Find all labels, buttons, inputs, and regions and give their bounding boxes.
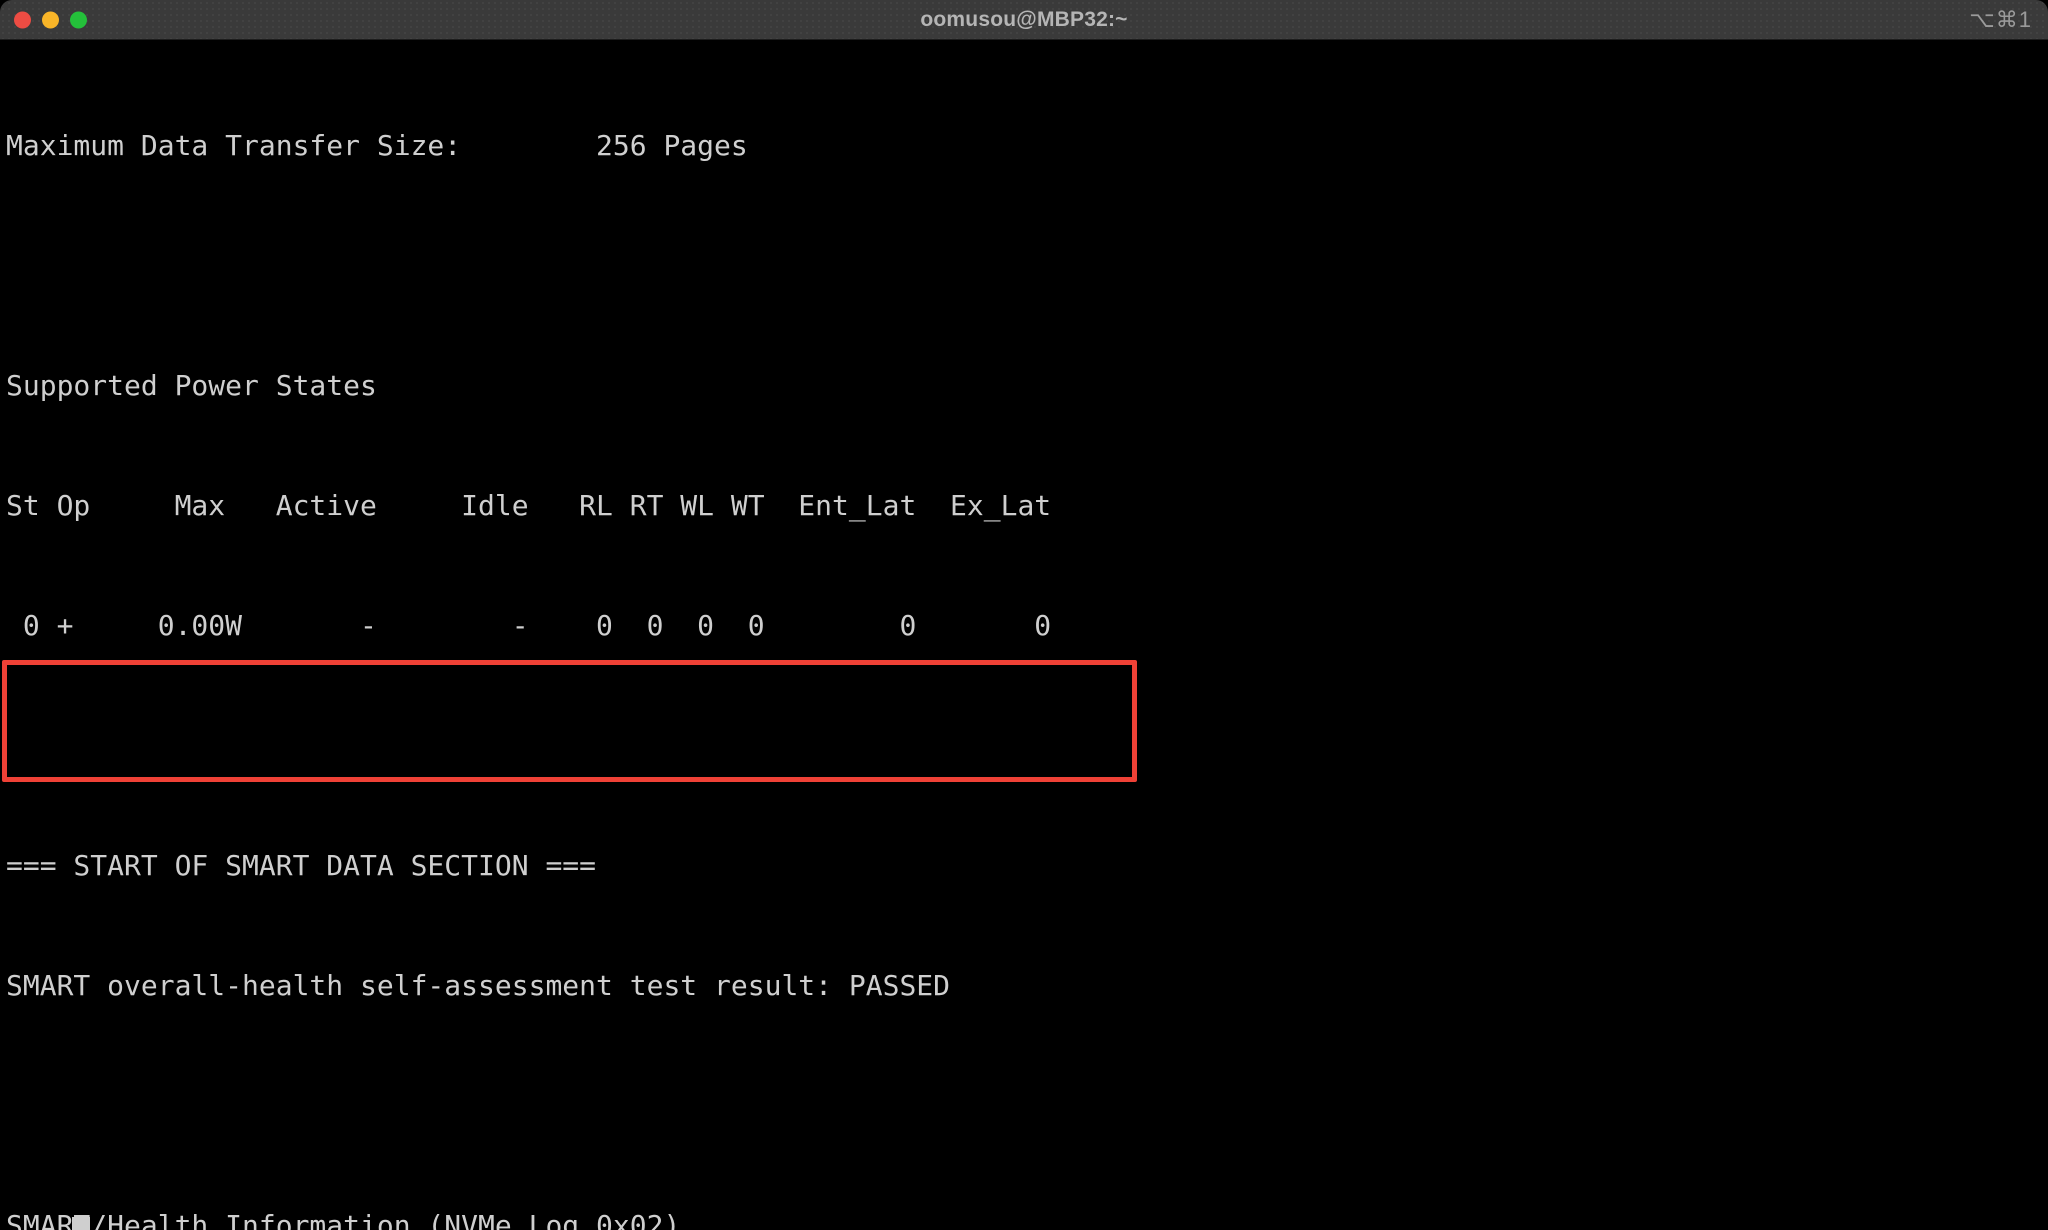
terminal-body[interactable]: Maximum Data Transfer Size: 256 Pages Su… bbox=[0, 40, 2048, 1230]
shell-prompt[interactable]: → ~ bbox=[6, 1215, 90, 1230]
terminal-line: Maximum Data Transfer Size: 256 Pages bbox=[6, 129, 748, 162]
terminal-line: === START OF SMART DATA SECTION === bbox=[6, 849, 597, 882]
terminal-line: SMART/Health Information (NVMe Log 0x02) bbox=[6, 1209, 681, 1230]
keyboard-shortcut-hint: ⌥⌘1 bbox=[1969, 6, 2032, 32]
text-cursor[interactable] bbox=[71, 1217, 90, 1230]
title-bar[interactable]: oomusou@MBP32:~ ⌥⌘1 bbox=[0, 0, 2048, 40]
prompt-path: ~ bbox=[39, 1215, 56, 1230]
terminal-window: oomusou@MBP32:~ ⌥⌘1 Maximum Data Transfe… bbox=[0, 0, 2048, 1230]
arrow-right-icon: → bbox=[6, 1215, 23, 1230]
terminal-line: SMART overall-health self-assessment tes… bbox=[6, 969, 951, 1002]
terminal-output: Maximum Data Transfer Size: 256 Pages Su… bbox=[6, 46, 1675, 1230]
window-title: oomusou@MBP32:~ bbox=[920, 7, 1128, 31]
terminal-line: Supported Power States bbox=[6, 369, 377, 402]
terminal-line: St Op Max Active Idle RL RT WL WT Ent_La… bbox=[6, 489, 1052, 522]
terminal-line: 0 + 0.00W - - 0 0 0 0 0 0 bbox=[6, 609, 1052, 642]
